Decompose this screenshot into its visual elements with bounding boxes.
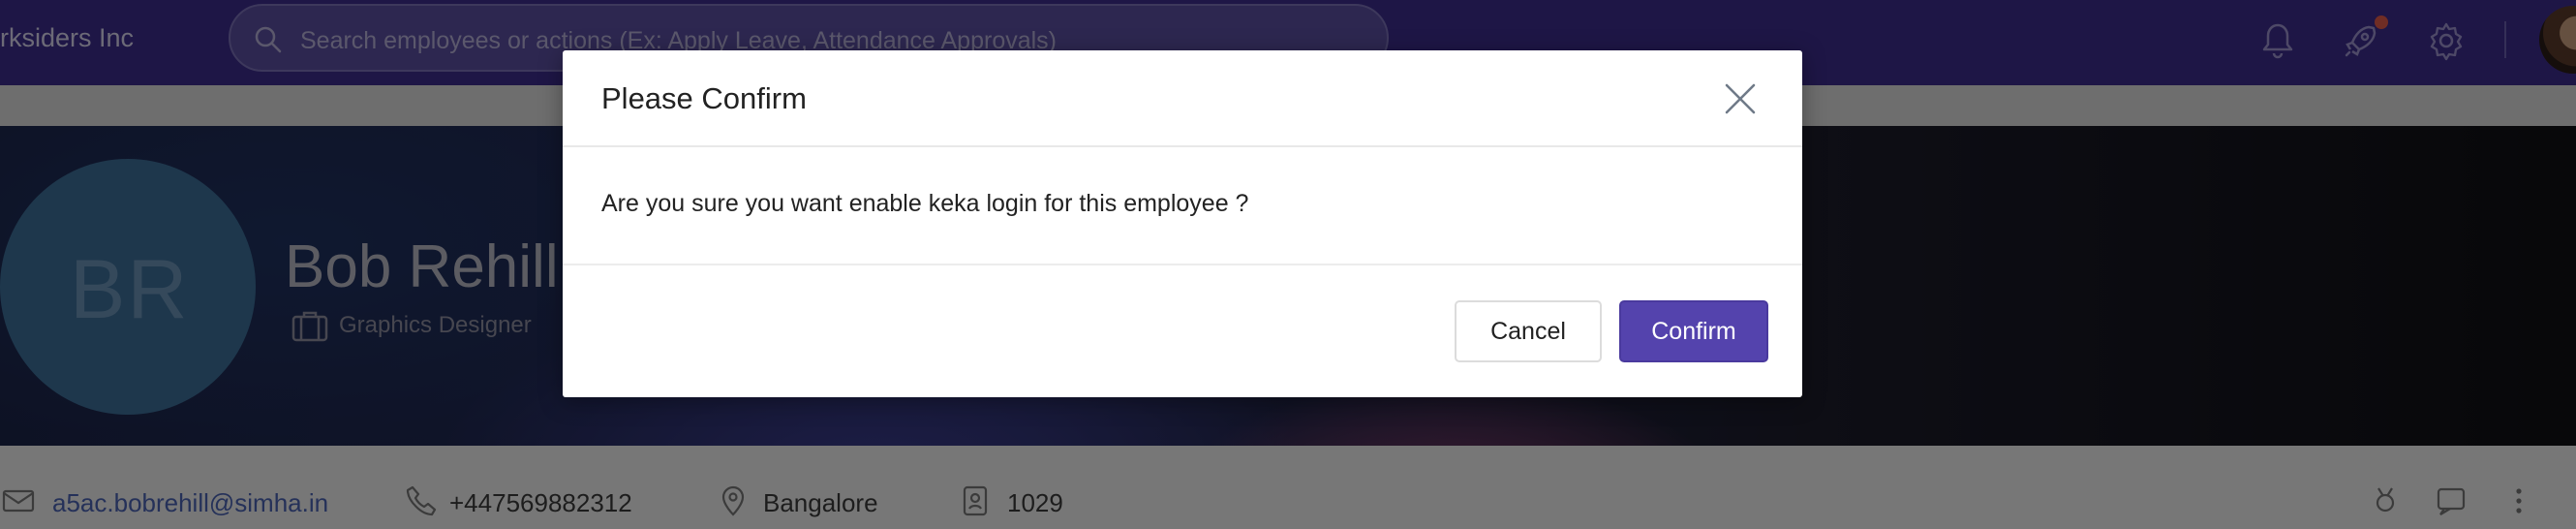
- dialog-body: Are you sure you want enable keka login …: [563, 147, 1802, 265]
- dialog-header: Please Confirm: [563, 50, 1802, 147]
- confirm-button[interactable]: Confirm: [1619, 300, 1768, 362]
- dialog-title: Please Confirm: [601, 81, 807, 115]
- cancel-button[interactable]: Cancel: [1455, 300, 1602, 362]
- close-icon[interactable]: [1721, 79, 1760, 118]
- dialog-message: Are you sure you want enable keka login …: [601, 190, 1249, 217]
- confirm-dialog: Please Confirm Are you sure you want ena…: [563, 50, 1802, 397]
